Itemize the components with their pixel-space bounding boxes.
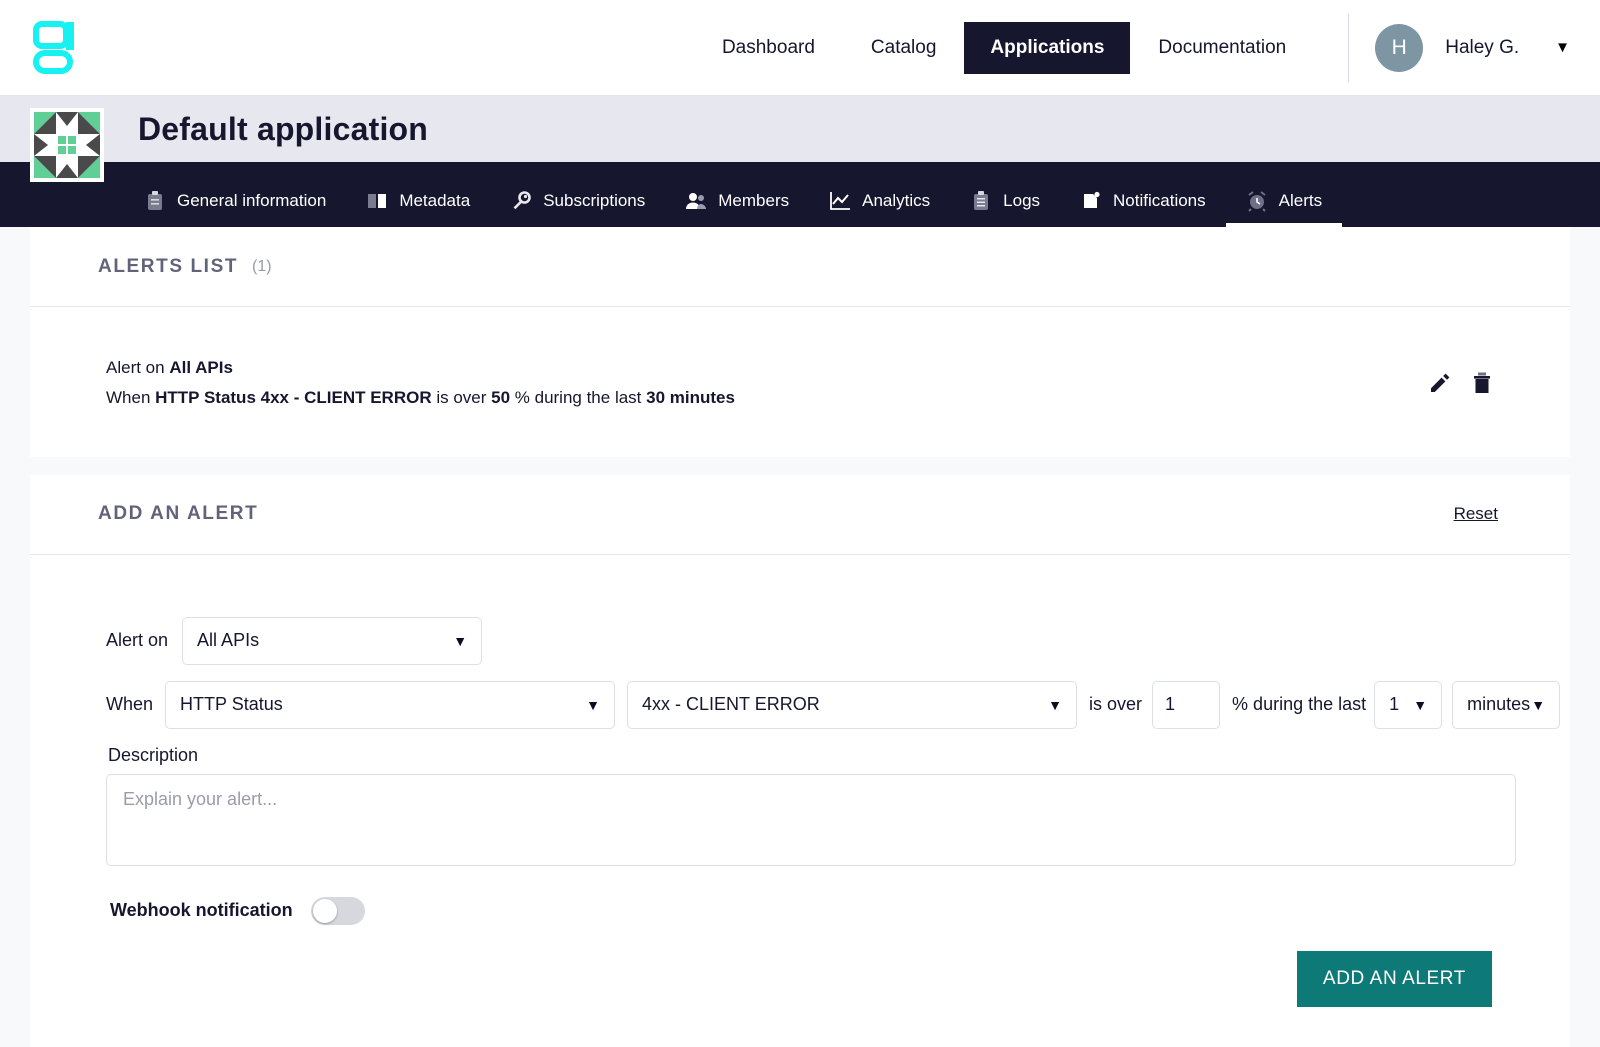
page-title: Default application bbox=[138, 110, 429, 147]
nav-link-catalog[interactable]: Catalog bbox=[843, 22, 965, 74]
chevron-down-icon: ▼ bbox=[1048, 696, 1063, 713]
avatar: H bbox=[1375, 23, 1424, 72]
clipboard-icon bbox=[144, 190, 166, 212]
tab-label: Logs bbox=[1003, 191, 1041, 210]
nav-link-dashboard[interactable]: Dashboard bbox=[694, 22, 843, 74]
add-an-alert-button[interactable]: ADD AN ALERT bbox=[1296, 950, 1492, 1007]
submit-row: ADD AN ALERT bbox=[30, 925, 1570, 1047]
when-label: When bbox=[106, 694, 154, 714]
alert-description: Alert on All APIs When HTTP Status 4xx -… bbox=[106, 353, 735, 413]
list-item: Alert on All APIs When HTTP Status 4xx -… bbox=[30, 307, 1570, 457]
tab-alerts[interactable]: Alerts bbox=[1225, 175, 1343, 227]
clipboard-list-icon bbox=[970, 190, 992, 212]
tab-label: Metadata bbox=[399, 191, 471, 210]
metric-value: HTTP Status bbox=[180, 694, 283, 714]
duration-unit-select[interactable]: minutes ▼ bbox=[1452, 680, 1561, 729]
user-menu[interactable]: H Haley G. ▼ bbox=[1375, 23, 1570, 72]
webhook-notification-row: Webhook notification bbox=[110, 896, 1570, 925]
status-value: 4xx - CLIENT ERROR bbox=[642, 694, 820, 714]
alerts-list-header: ALERTS LIST (1) bbox=[30, 227, 1570, 307]
metric-select[interactable]: HTTP Status ▼ bbox=[165, 680, 616, 729]
chart-line-icon bbox=[829, 190, 851, 212]
status-select[interactable]: 4xx - CLIENT ERROR ▼ bbox=[627, 680, 1078, 729]
nav-link-applications[interactable]: Applications bbox=[964, 21, 1131, 74]
webhook-label: Webhook notification bbox=[110, 900, 293, 920]
alert-on-label: Alert on bbox=[106, 630, 169, 650]
main-content: ALERTS LIST (1) Alert on All APIs When H… bbox=[0, 227, 1600, 1047]
tab-metadata[interactable]: Metadata bbox=[346, 175, 490, 227]
application-header-band: Default application bbox=[0, 96, 1600, 182]
key-icon bbox=[510, 190, 532, 212]
chevron-down-icon: ▼ bbox=[1531, 696, 1546, 713]
chevron-down-icon: ▼ bbox=[453, 632, 468, 649]
threshold-input[interactable] bbox=[1152, 680, 1221, 729]
tab-logs[interactable]: Logs bbox=[950, 175, 1060, 227]
alerts-list-card: ALERTS LIST (1) Alert on All APIs When H… bbox=[30, 227, 1570, 457]
webhook-toggle[interactable] bbox=[310, 896, 365, 925]
people-icon bbox=[685, 190, 707, 212]
alert-threshold: 50 bbox=[491, 387, 511, 407]
alert-line1-prefix: Alert on bbox=[106, 358, 170, 377]
alert-line2-unit: % during the last bbox=[510, 387, 647, 407]
add-alert-form: Alert on All APIs ▼ When HTTP Status ▼ 4… bbox=[30, 555, 1570, 925]
duration-unit-value: minutes bbox=[1467, 694, 1531, 714]
alerts-list-count: (1) bbox=[252, 257, 272, 275]
tab-label: General information bbox=[177, 191, 327, 210]
alert-row-actions bbox=[1428, 372, 1492, 394]
tab-label: Notifications bbox=[1113, 191, 1206, 210]
book-icon bbox=[366, 190, 388, 212]
gravitee-g-logo-icon[interactable] bbox=[32, 16, 92, 80]
alert-on-select[interactable]: All APIs ▼ bbox=[182, 616, 483, 665]
description-label: Description bbox=[108, 744, 199, 765]
tab-members[interactable]: Members bbox=[665, 175, 809, 227]
nav-link-documentation[interactable]: Documentation bbox=[1130, 22, 1314, 74]
pencil-icon[interactable] bbox=[1428, 372, 1450, 394]
tab-subscriptions[interactable]: Subscriptions bbox=[490, 175, 665, 227]
is-over-label: is over bbox=[1089, 694, 1143, 714]
tab-label: Subscriptions bbox=[543, 191, 646, 210]
duration-value: 1 bbox=[1389, 694, 1400, 714]
percent-during-last-label: % during the last bbox=[1232, 694, 1367, 714]
chevron-down-icon: ▼ bbox=[586, 696, 601, 713]
alert-metric: HTTP Status 4xx - CLIENT ERROR bbox=[155, 387, 432, 407]
add-alert-header: ADD AN ALERT Reset bbox=[30, 475, 1570, 555]
application-identicon-icon bbox=[30, 108, 104, 182]
duration-value-select[interactable]: 1 ▼ bbox=[1374, 680, 1443, 729]
nav-divider bbox=[1348, 13, 1350, 82]
alert-target: All APIs bbox=[169, 358, 233, 377]
reset-link[interactable]: Reset bbox=[1454, 504, 1498, 524]
tab-label: Members bbox=[718, 191, 790, 210]
alarm-clock-icon bbox=[1246, 190, 1268, 212]
page-icon bbox=[1080, 190, 1102, 212]
alert-line2-prefix: When bbox=[106, 387, 156, 407]
tab-label: Alerts bbox=[1278, 191, 1323, 210]
tab-label: Analytics bbox=[862, 191, 931, 210]
add-alert-title: ADD AN ALERT bbox=[98, 503, 259, 524]
alert-duration: 30 minutes bbox=[646, 387, 735, 407]
chevron-down-icon: ▼ bbox=[1413, 696, 1428, 713]
tab-notifications[interactable]: Notifications bbox=[1060, 175, 1226, 227]
trash-icon[interactable] bbox=[1472, 372, 1492, 394]
alert-on-value: All APIs bbox=[197, 630, 260, 650]
when-condition-row: When HTTP Status ▼ 4xx - CLIENT ERROR ▼ … bbox=[106, 680, 1570, 729]
tab-analytics[interactable]: Analytics bbox=[809, 175, 950, 227]
primary-nav-links: Dashboard Catalog Applications Documenta… bbox=[694, 0, 1314, 95]
alert-on-row: Alert on All APIs ▼ bbox=[106, 616, 1570, 665]
add-alert-card: ADD AN ALERT Reset Alert on All APIs ▼ W… bbox=[30, 474, 1570, 1047]
alerts-list-title: ALERTS LIST bbox=[98, 255, 239, 277]
alert-line2-mid: is over bbox=[431, 387, 492, 407]
toggle-knob bbox=[312, 898, 337, 923]
chevron-down-icon[interactable]: ▼ bbox=[1555, 39, 1570, 56]
application-tab-bar: General information Metadata Subscriptio… bbox=[0, 162, 1600, 227]
description-input[interactable] bbox=[106, 773, 1516, 866]
user-name-label: Haley G. bbox=[1445, 36, 1520, 58]
top-navigation-bar: Dashboard Catalog Applications Documenta… bbox=[0, 0, 1600, 96]
tab-general-information[interactable]: General information bbox=[124, 175, 346, 227]
